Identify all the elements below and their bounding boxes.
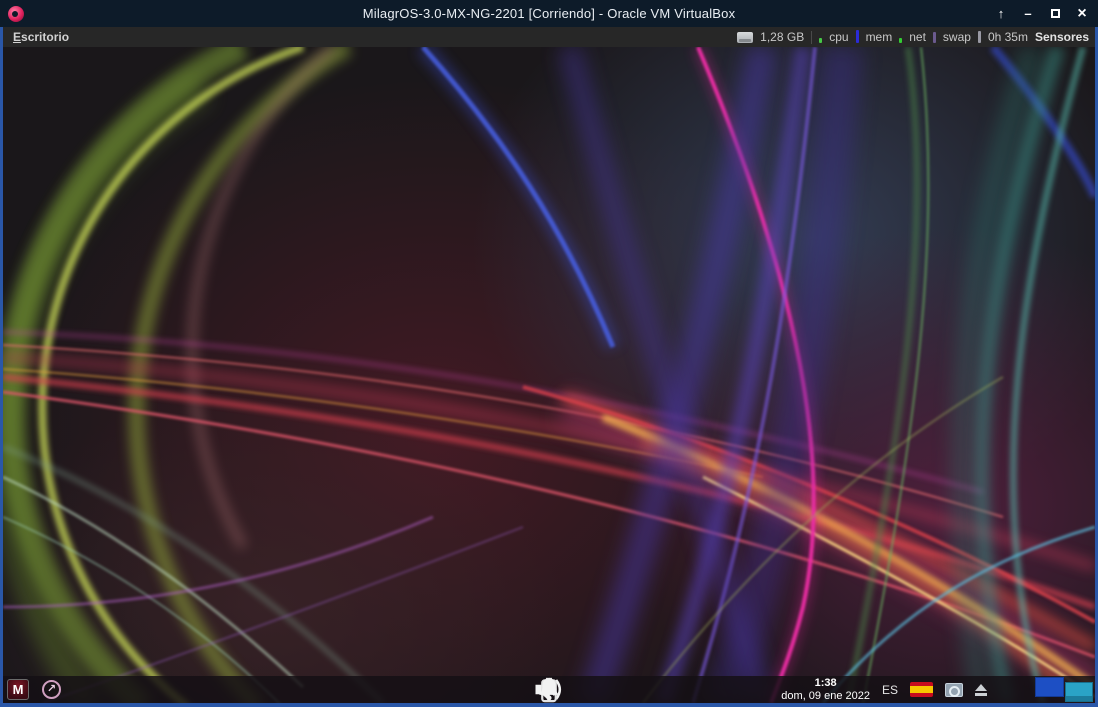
uptime-label[interactable]: 0h 35m (988, 30, 1028, 44)
desktop-menu-button[interactable]: Escritorio (9, 30, 73, 44)
wallpaper (3, 47, 1095, 703)
window-title: MilagrOS-3.0-MX-NG-2201 [Corriendo] - Or… (0, 6, 1098, 21)
workspace-1[interactable] (1035, 677, 1064, 697)
mem-label[interactable]: mem (866, 30, 893, 44)
cpu-label[interactable]: cpu (829, 30, 848, 44)
vm-screen-frame: Escritorio 1,28 GB cpu mem net swap 0h 3… (0, 27, 1098, 707)
disk-icon (737, 32, 753, 43)
mem-meter (856, 28, 859, 46)
minimize-button[interactable]: – (1020, 7, 1036, 20)
titlebar[interactable]: MilagrOS-3.0-MX-NG-2201 [Corriendo] - Or… (0, 0, 1098, 27)
sensors-label[interactable]: Sensores (1035, 30, 1089, 44)
milagros-logo-icon (8, 6, 24, 22)
uptime-meter (978, 28, 981, 46)
shade-button[interactable]: ↑ (993, 7, 1009, 20)
disk-usage[interactable]: 1,28 GB (760, 30, 804, 44)
workspace-switcher (1035, 676, 1093, 703)
cpu-meter (819, 28, 822, 46)
net-meter (899, 28, 902, 46)
taskbar: M ↗ 1:38 dom, 09 ene 2022 ES (3, 676, 1095, 703)
maximize-icon (1051, 9, 1060, 18)
virtualbox-window: MilagrOS-3.0-MX-NG-2201 [Corriendo] - Or… (0, 0, 1098, 707)
bell-icon (3, 676, 1095, 703)
desktop[interactable]: M ↗ 1:38 dom, 09 ene 2022 ES (3, 47, 1095, 703)
top-panel: Escritorio 1,28 GB cpu mem net swap 0h 3… (3, 27, 1095, 47)
workspace-2[interactable] (1065, 682, 1093, 702)
close-button[interactable]: × (1074, 6, 1090, 22)
swap-label[interactable]: swap (943, 30, 971, 44)
swap-meter (933, 28, 936, 46)
panel-separator (811, 31, 812, 44)
maximize-button[interactable] (1047, 7, 1063, 20)
net-label[interactable]: net (909, 30, 926, 44)
